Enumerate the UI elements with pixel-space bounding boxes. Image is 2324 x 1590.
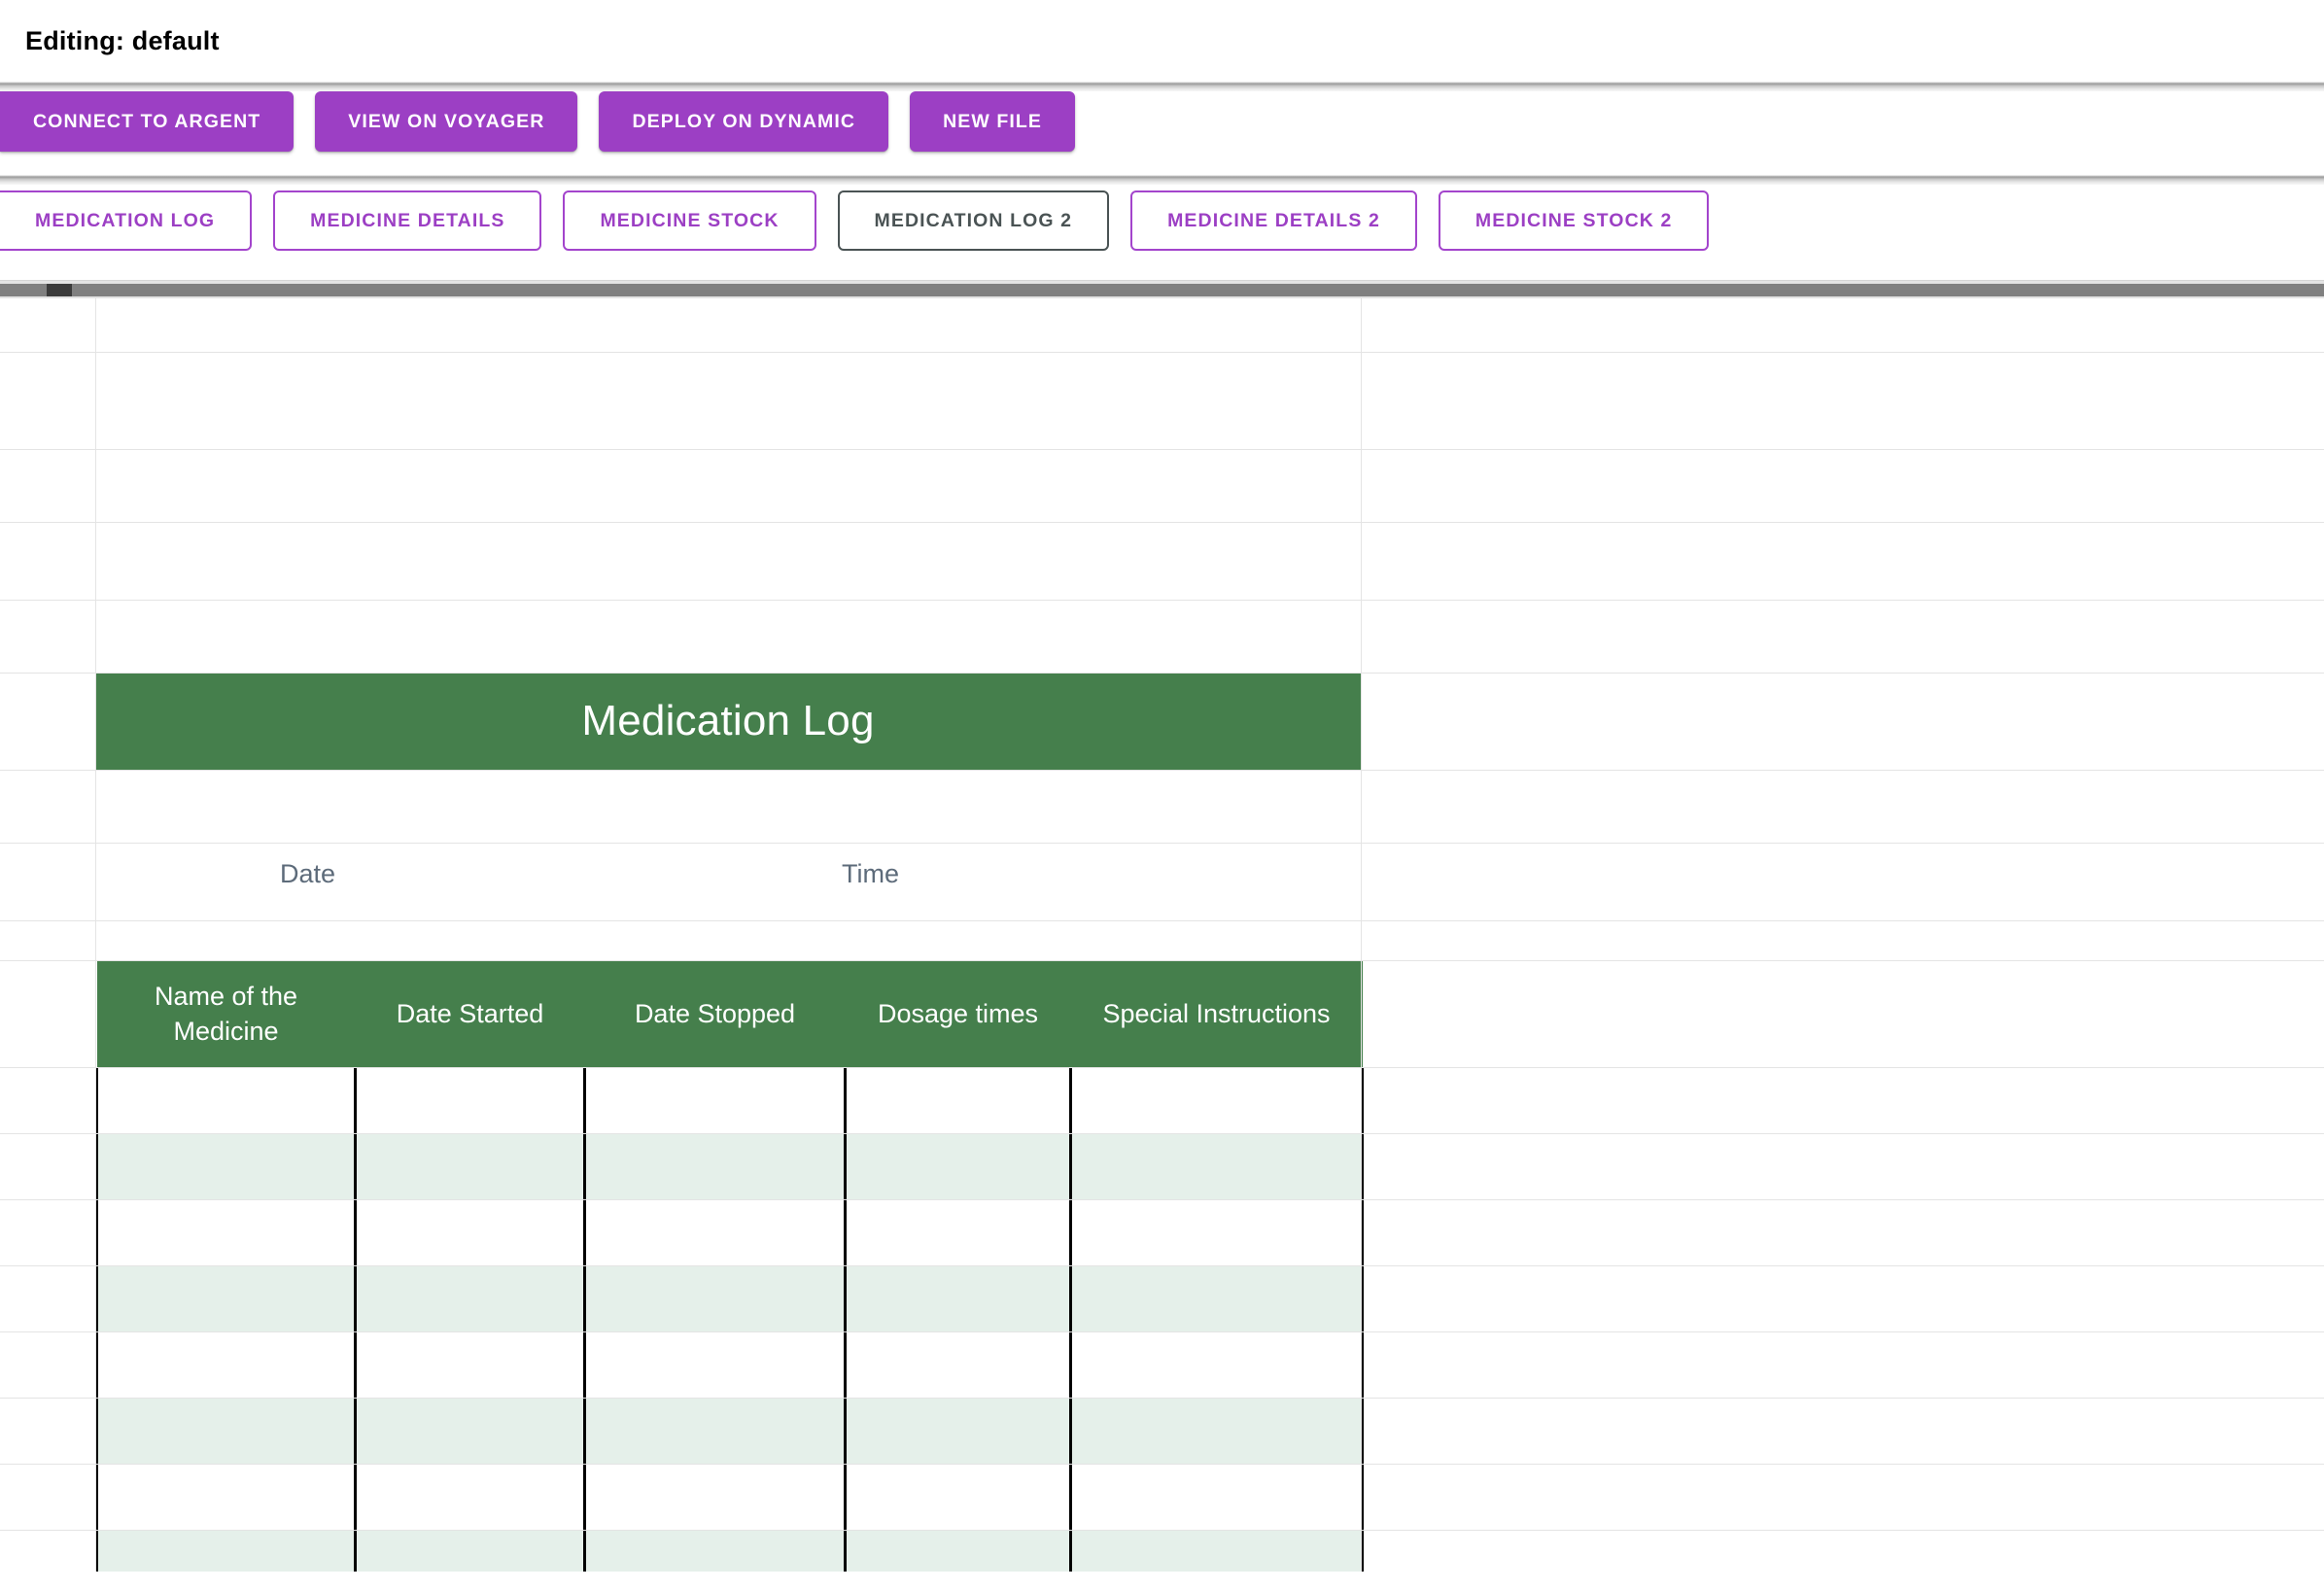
table-column-header: Name of the Medicine [96,960,356,1067]
table-cell[interactable] [354,1133,586,1199]
table-column-header: Dosage times [845,960,1071,1067]
table-cell[interactable] [95,1265,357,1331]
table-row[interactable] [95,1265,1364,1331]
sheet-gridline [0,1530,2324,1531]
table-cell[interactable] [583,1464,847,1530]
table-row[interactable] [95,1398,1364,1464]
deploy-on-dynamic-button[interactable]: DEPLOY ON DYNAMIC [599,91,889,152]
sheet-title: Medication Log [581,697,875,744]
connect-to-argent-button[interactable]: CONNECT TO ARGENT [0,91,295,152]
editing-title: Editing: default [25,25,220,55]
sheet-gridline [0,600,2324,601]
sheet-tab-row: MEDICATION LOG MEDICINE DETAILS MEDICINE S… [0,185,2324,280]
tab-medicine-stock-2[interactable]: MEDICINE STOCK 2 [1438,190,1710,251]
table-cell[interactable] [1069,1133,1364,1199]
table-row[interactable] [95,1133,1364,1199]
table-cell[interactable] [354,1331,586,1398]
table-cell[interactable] [844,1464,1072,1530]
date-label: Date [280,859,336,888]
table-cell[interactable] [95,1331,357,1398]
table-column-header: Date Started [355,960,585,1067]
table-row[interactable] [95,1067,1364,1133]
table-cell[interactable] [844,1331,1072,1398]
table-cell[interactable] [95,1067,357,1133]
sheet-gridline [0,1464,2324,1465]
table-cell[interactable] [1069,1398,1364,1464]
tab-medicine-details-2[interactable]: MEDICINE DETAILS 2 [1130,190,1417,251]
table-cell[interactable] [354,1199,586,1265]
sheet-gridline [0,1398,2324,1399]
sheet-gridline [0,843,2324,844]
table-cell[interactable] [354,1067,586,1133]
action-button-row: CONNECT TO ARGENT VIEW ON VOYAGER DEPLOY O… [0,91,2324,175]
table-row[interactable] [95,1199,1364,1265]
table-column-header: Date Stopped [584,960,846,1067]
table-header-row: Name of the Medicine Date Started Date Sto… [96,960,1363,1067]
sheet-gridline [0,1133,2324,1134]
horizontal-scrollbar[interactable] [0,280,2324,298]
table-cell[interactable] [583,1199,847,1265]
table-cell[interactable] [1069,1331,1364,1398]
table-cell[interactable] [844,1133,1072,1199]
table-row[interactable] [95,1530,1364,1572]
table-cell[interactable] [583,1265,847,1331]
table-cell[interactable] [583,1331,847,1398]
sheet-gridline [0,920,2324,921]
table-cell[interactable] [844,1398,1072,1464]
sheet-gridline [0,1265,2324,1266]
table-column-header: Special Instructions [1070,960,1363,1067]
sheet-column-line [1361,298,1362,1572]
table-cell[interactable] [844,1530,1072,1572]
sheet-gridline [0,522,2324,523]
table-cell[interactable] [95,1133,357,1199]
table-cell[interactable] [354,1265,586,1331]
table-cell[interactable] [95,1199,357,1265]
table-cell[interactable] [844,1067,1072,1133]
tab-medication-log[interactable]: MEDICATION LOG [0,190,253,251]
table-cell[interactable] [354,1530,586,1572]
new-file-button[interactable]: NEW FILE [910,91,1076,152]
table-cell[interactable] [1069,1067,1364,1133]
table-row[interactable] [95,1331,1364,1398]
table-cell[interactable] [583,1530,847,1572]
table-row[interactable] [95,1464,1364,1530]
spreadsheet-canvas[interactable]: Medication Log Date Time Name of the Med… [0,298,2324,1572]
table-cell[interactable] [583,1067,847,1133]
table-cell[interactable] [1069,1199,1364,1265]
table-cell[interactable] [1069,1530,1364,1572]
tab-medicine-stock[interactable]: MEDICINE STOCK [563,190,816,251]
sheet-gridline [0,352,2324,353]
sheet-column-line [95,298,96,1572]
sheet-gridline [0,673,2324,674]
table-cell[interactable] [583,1133,847,1199]
sheet-gridline [0,1331,2324,1332]
table-cell[interactable] [95,1398,357,1464]
sheet-gridline [0,770,2324,771]
sheet-gridline [0,449,2324,450]
sheet-gridline [0,1199,2324,1200]
scrollbar-track[interactable] [0,284,2324,296]
sheet-title-banner: Medication Log [95,673,1361,770]
sheet-gridline [0,1067,2324,1068]
table-body [95,1067,1364,1572]
table-cell[interactable] [1069,1265,1364,1331]
top-divider-groove [0,82,2324,91]
tab-medicine-details[interactable]: MEDICINE DETAILS [273,190,542,251]
table-cell[interactable] [1069,1464,1364,1530]
editing-bar: Editing: default [0,0,2324,82]
table-cell[interactable] [844,1265,1072,1331]
table-cell[interactable] [95,1464,357,1530]
sheet-gridline [0,960,2324,961]
table-cell[interactable] [354,1464,586,1530]
tab-medication-log-2[interactable]: MEDICATION LOG 2 [837,190,1110,251]
table-cell[interactable] [95,1530,357,1572]
view-on-voyager-button[interactable]: VIEW ON VOYAGER [315,91,578,152]
table-cell[interactable] [583,1398,847,1464]
table-cell[interactable] [844,1199,1072,1265]
table-cell[interactable] [354,1398,586,1464]
actions-divider-groove [0,175,2324,185]
time-label: Time [842,859,899,888]
scrollbar-thumb[interactable] [47,284,72,296]
